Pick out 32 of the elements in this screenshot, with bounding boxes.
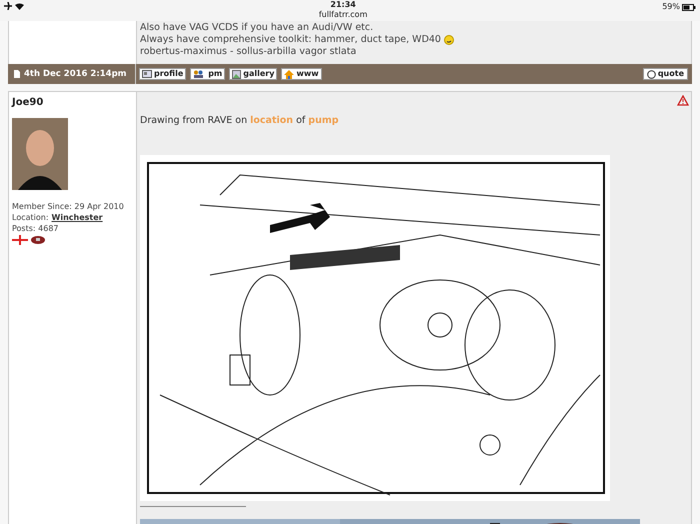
picture-icon	[232, 70, 242, 78]
house-icon	[284, 70, 294, 78]
signature-line: Also have VAG VCDS if you have an Audi/VW etc.	[140, 22, 374, 34]
wifi-icon	[15, 2, 24, 10]
post-text: Drawing from RAVE on location of pump	[140, 114, 339, 128]
cross-flag-icon	[12, 235, 28, 245]
battery-icon	[682, 4, 696, 10]
signature-line: robertus-maximus - sollus-arbilla vagor stlata	[140, 46, 356, 58]
quote-button[interactable]: quote	[642, 68, 688, 80]
page-url: fullfatrr.com	[318, 10, 368, 20]
speech-bubble-icon	[646, 70, 656, 78]
battery-percent: 59%	[662, 1, 680, 13]
document-icon	[14, 70, 20, 78]
post-action-button[interactable]: pm	[190, 68, 226, 80]
avatar-figure	[12, 118, 68, 190]
car-icon	[31, 235, 45, 245]
post-action-button[interactable]: profile	[139, 68, 186, 80]
post-action-button[interactable]: gallery	[229, 68, 278, 80]
hometown-link[interactable]: Winchester	[52, 212, 103, 223]
wink-smiley-icon	[444, 35, 454, 45]
post-count: Posts: 4687	[12, 223, 60, 234]
member-since: Member Since: 29 Apr 2010	[12, 201, 125, 212]
people-icon	[193, 70, 204, 78]
location-label: Location:	[12, 212, 49, 223]
id-card-icon	[142, 70, 152, 78]
author-name[interactable]: Joe90	[12, 95, 136, 110]
post-date: 4th Dec 2016 2:14pm	[24, 68, 127, 80]
clock-time: 21:34	[330, 0, 356, 10]
signature-line: Always have comprehensive toolkit: hammer, duct tape, WD40	[140, 34, 454, 46]
post-action-button[interactable]: www	[281, 68, 322, 80]
warning-icon[interactable]	[677, 95, 689, 106]
airplane-icon	[4, 2, 12, 10]
